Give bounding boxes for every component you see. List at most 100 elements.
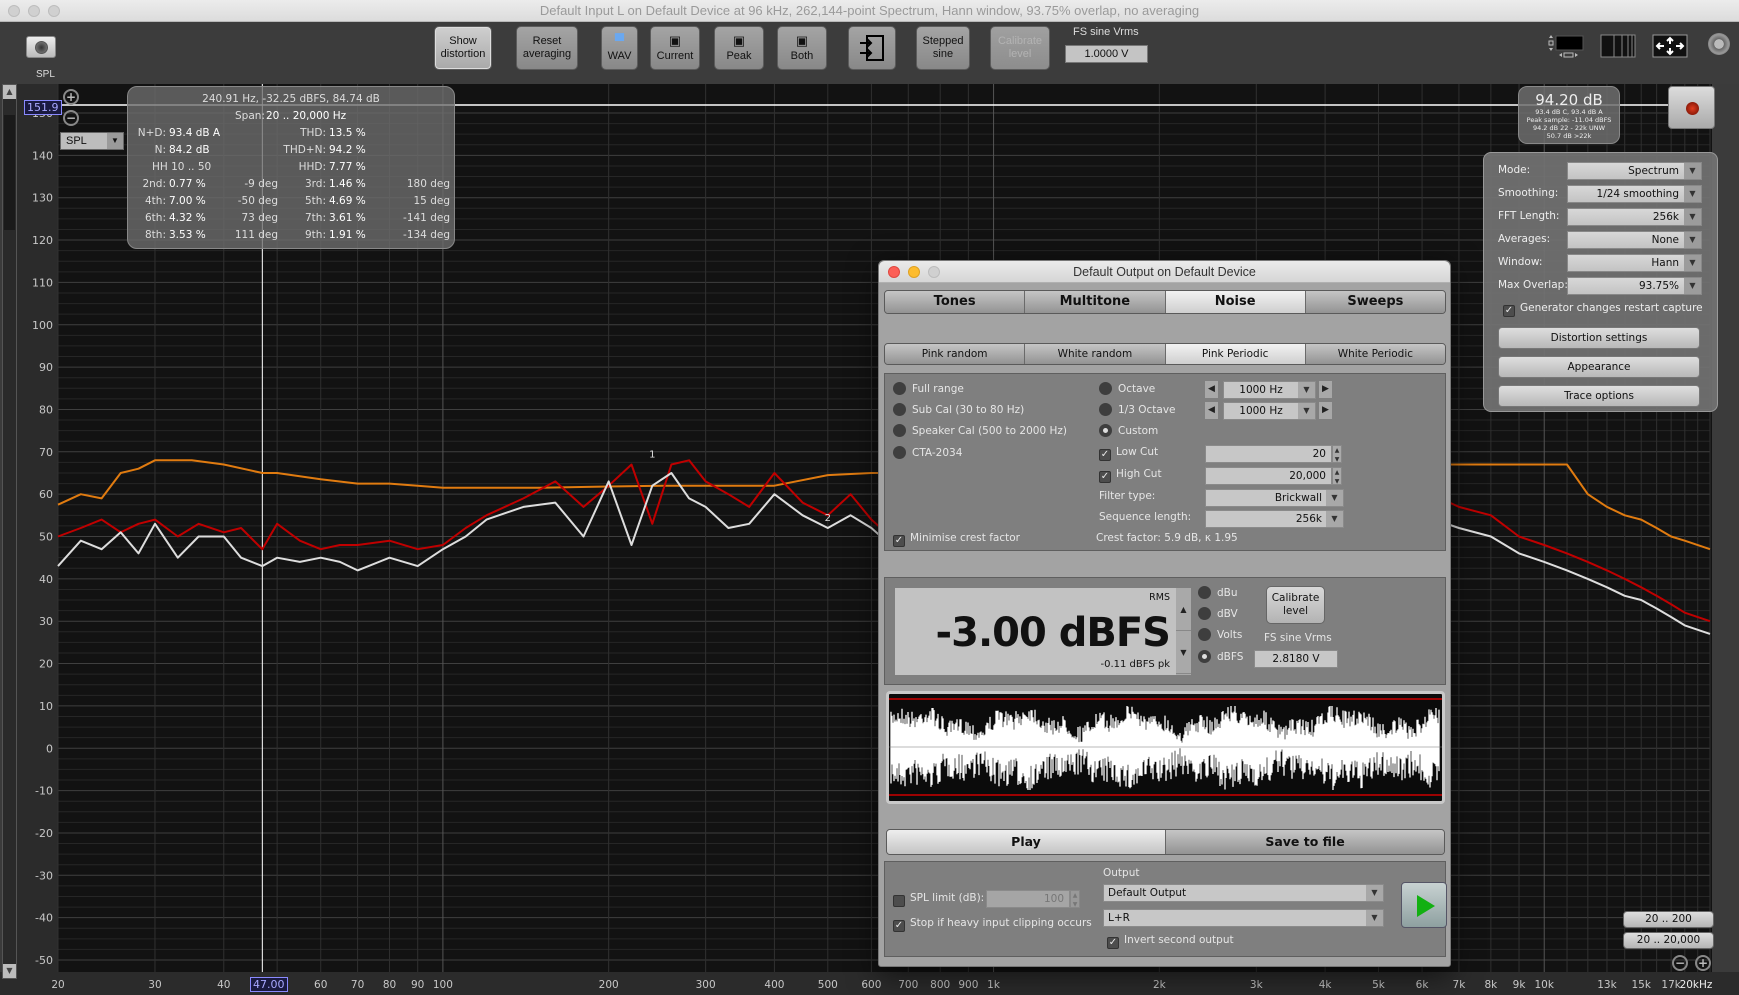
- octave-radio[interactable]: Octave: [1099, 382, 1155, 395]
- fit-axes-icon[interactable]: [1652, 34, 1688, 58]
- averages-select[interactable]: None ▼: [1567, 231, 1702, 249]
- save-current-button[interactable]: ▣ Current: [650, 26, 700, 70]
- tab-white-periodic[interactable]: White Periodic: [1305, 344, 1445, 364]
- spl-limit-checkbox[interactable]: ✓ SPL limit (dB):: [893, 892, 984, 907]
- distortion-settings-button[interactable]: Distortion settings: [1498, 327, 1700, 349]
- harmonic-phase: -134 deg: [403, 229, 450, 241]
- sequence-length-select[interactable]: 256k ▼: [1205, 510, 1344, 528]
- octave-frequency-select[interactable]: 1000 Hz ▼: [1223, 381, 1316, 399]
- output-device-select[interactable]: Default Output ▼: [1103, 884, 1384, 902]
- tab-multitone[interactable]: Multitone: [1025, 291, 1166, 313]
- level-down-arrow[interactable]: ▼: [1176, 631, 1191, 674]
- scroll-up-arrow[interactable]: ▲: [3, 85, 16, 99]
- invert-second-output-checkbox[interactable]: ✓ Invert second output: [1107, 934, 1234, 949]
- high-cut-input[interactable]: 20,000: [1205, 467, 1332, 485]
- dialog-zoom-button[interactable]: [928, 266, 940, 278]
- generator-calibrate-level-button[interactable]: Calibrate level: [1266, 586, 1325, 624]
- harmonic-row: 2nd: 0.77 % -9 deg 3rd: 1.46 % 180 deg: [128, 178, 454, 194]
- gear-icon[interactable]: [1708, 33, 1730, 55]
- high-cut-spinner[interactable]: ▲ ▼: [1332, 467, 1342, 485]
- third-octave-next-arrow[interactable]: ▶: [1319, 402, 1332, 419]
- third-octave-frequency-select[interactable]: 1000 Hz ▼: [1223, 402, 1316, 420]
- zoom-in-x-icon[interactable]: +: [1695, 955, 1711, 971]
- tab-sweeps[interactable]: Sweeps: [1305, 291, 1445, 313]
- spl-limit-input[interactable]: 100: [986, 890, 1070, 908]
- checkbox-checked-icon: ✓: [1099, 471, 1111, 483]
- save-peak-button[interactable]: ▣ Peak: [714, 26, 764, 70]
- tab-pink-random[interactable]: Pink random: [885, 344, 1026, 364]
- zoom-out-x-icon[interactable]: −: [1672, 955, 1688, 971]
- graph-layout-icon[interactable]: [1548, 34, 1586, 58]
- range-20-20000-button[interactable]: 20 .. 20,000: [1623, 932, 1714, 949]
- custom-radio[interactable]: Custom: [1099, 424, 1158, 437]
- low-cut-checkbox[interactable]: ✓ Low Cut: [1099, 446, 1158, 461]
- window-select[interactable]: Hann ▼: [1567, 254, 1702, 272]
- low-cut-input[interactable]: 20: [1205, 445, 1332, 463]
- camera-icon[interactable]: [26, 36, 56, 58]
- smoothing-select[interactable]: 1/24 smoothing ▼: [1567, 185, 1702, 203]
- unit-dbv-radio[interactable]: dBV: [1198, 607, 1238, 620]
- stepped-sine-button[interactable]: Stepped sine: [916, 26, 970, 70]
- mode-select[interactable]: Spectrum ▼: [1567, 162, 1702, 180]
- fft-length-select[interactable]: 256k ▼: [1567, 208, 1702, 226]
- x-tick-label: 13k: [1597, 979, 1617, 991]
- third-octave-prev-arrow[interactable]: ◀: [1205, 402, 1218, 419]
- show-distortion-button[interactable]: Show distortion: [434, 26, 492, 70]
- generator-fs-sine-input[interactable]: 2.8180 V: [1254, 650, 1338, 668]
- trace-options-button[interactable]: Trace options: [1498, 385, 1700, 407]
- tab-play[interactable]: Play: [887, 830, 1166, 854]
- restart-capture-checkbox[interactable]: ✓ Generator changes restart capture: [1503, 302, 1703, 317]
- octave-prev-arrow[interactable]: ◀: [1205, 381, 1218, 398]
- third-octave-radio[interactable]: 1/3 Octave: [1099, 403, 1176, 416]
- dialog-minimize-button[interactable]: [908, 266, 920, 278]
- max-overlap-select[interactable]: 93.75% ▼: [1567, 277, 1702, 295]
- x-tick-label: 5k: [1372, 979, 1386, 991]
- stop-clipping-checkbox[interactable]: ✓ Stop if heavy input clipping occurs: [893, 917, 1092, 932]
- spl-limit-spinner[interactable]: ▲ ▼: [1070, 890, 1080, 908]
- unit-volts-radio[interactable]: Volts: [1198, 628, 1242, 641]
- range-20-200-button[interactable]: 20 .. 200: [1623, 911, 1714, 928]
- record-button[interactable]: [1668, 86, 1715, 129]
- button-label: Calibrate: [1271, 592, 1320, 604]
- tab-pink-periodic[interactable]: Pink Periodic: [1165, 344, 1306, 364]
- preset-sub-cal-radio[interactable]: Sub Cal (30 to 80 Hz): [893, 403, 1024, 416]
- zoom-in-y-icon[interactable]: +: [63, 89, 79, 105]
- low-cut-spinner[interactable]: ▲ ▼: [1332, 445, 1342, 463]
- save-both-button[interactable]: ▣ Both: [777, 26, 827, 70]
- tab-noise[interactable]: Noise: [1165, 291, 1306, 313]
- minimise-crest-checkbox[interactable]: ✓ Minimise crest factor: [893, 532, 1020, 547]
- tab-save-to-file[interactable]: Save to file: [1166, 830, 1444, 854]
- scroll-down-arrow[interactable]: ▼: [3, 964, 16, 978]
- y-unit-select[interactable]: SPL ▼: [60, 132, 124, 150]
- zoom-out-y-icon[interactable]: −: [63, 110, 79, 126]
- output-channel-select[interactable]: L+R ▼: [1103, 909, 1384, 927]
- preset-speaker-cal-radio[interactable]: Speaker Cal (500 to 2000 Hz): [893, 424, 1067, 437]
- reset-averaging-button[interactable]: Reset averaging: [516, 26, 578, 70]
- unit-dbfs-radio[interactable]: dBFS: [1198, 650, 1243, 663]
- dialog-close-button[interactable]: [888, 266, 900, 278]
- load-wav-button[interactable]: ▀ WAV: [601, 26, 638, 70]
- level-spinner[interactable]: ▲ ▼: [1176, 588, 1191, 675]
- preset-full-range-radio[interactable]: Full range: [893, 382, 964, 395]
- calibrate-level-button[interactable]: Calibrate level: [990, 26, 1050, 70]
- level-up-arrow[interactable]: ▲: [1176, 588, 1191, 631]
- window-title: Default Input L on Default Device at 96 …: [539, 3, 1200, 18]
- tab-tones[interactable]: Tones: [885, 291, 1026, 313]
- trace-marker-label: 2: [825, 513, 831, 524]
- scroll-thumb[interactable]: [4, 115, 15, 230]
- start-generator-button[interactable]: [1401, 882, 1447, 928]
- high-cut-checkbox[interactable]: ✓ High Cut: [1099, 468, 1162, 483]
- output-level-display[interactable]: RMS -3.00 dBFS -0.11 dBFS pk: [895, 588, 1176, 675]
- tab-white-random[interactable]: White random: [1025, 344, 1166, 364]
- output-channel-value: L+R: [1108, 912, 1130, 924]
- octave-next-arrow[interactable]: ▶: [1319, 381, 1332, 398]
- overlay-panels-icon[interactable]: [1600, 34, 1636, 58]
- filter-type-select[interactable]: Brickwall ▼: [1205, 489, 1344, 507]
- input-switch-button[interactable]: [848, 26, 896, 70]
- y-axis-scrollbar[interactable]: ▲ ▼: [2, 84, 17, 979]
- fs-sine-input[interactable]: 1.0000 V: [1065, 45, 1148, 63]
- unit-dbu-radio[interactable]: dBu: [1198, 586, 1238, 599]
- cursor-readout-panel: 240.91 Hz, -32.25 dBFS, 84.74 dB Span: 2…: [127, 86, 455, 249]
- preset-cta2034-radio[interactable]: CTA-2034: [893, 446, 962, 459]
- appearance-button[interactable]: Appearance: [1498, 356, 1700, 378]
